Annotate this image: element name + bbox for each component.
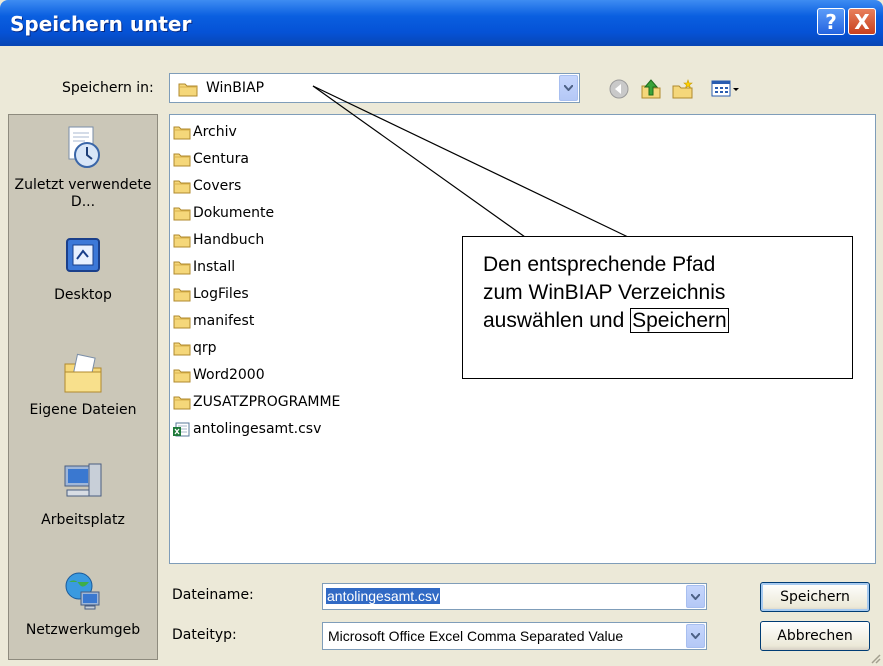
place-my-computer[interactable]: Arbeitsplatz [9, 460, 157, 528]
callout-box: Den entsprechende Pfad zum WinBIAP Verze… [462, 236, 853, 379]
place-network[interactable]: Netzwerkumgeb [9, 570, 157, 638]
save-button[interactable]: Speichern [760, 582, 870, 612]
list-item[interactable]: LogFiles [173, 283, 249, 305]
resize-grip-icon[interactable] [869, 652, 881, 664]
list-item[interactable]: manifest [173, 310, 254, 332]
list-item[interactable]: ZUSATZPROGRAMME [173, 391, 340, 413]
close-button[interactable]: X [848, 8, 876, 35]
folder-icon [173, 153, 191, 166]
folder-icon [173, 261, 191, 274]
place-label: Zuletzt verwendete D... [14, 177, 152, 210]
file-name: qrp [193, 340, 217, 356]
help-icon: ? [825, 9, 837, 34]
file-name: Handbuch [193, 232, 265, 248]
list-item[interactable]: Word2000 [173, 364, 265, 386]
folder-icon [173, 234, 191, 247]
places-bar: Zuletzt verwendete D... Desktop Eigene D… [8, 114, 158, 660]
chevron-down-icon [691, 593, 700, 600]
save-in-combo[interactable]: WinBIAP [169, 73, 580, 103]
filename-value: antolingesamt.csv [326, 588, 441, 604]
view-menu-icon[interactable] [710, 78, 742, 100]
list-item[interactable]: Dokumente [173, 202, 274, 224]
window-title: Speichern unter [10, 12, 192, 36]
list-item[interactable]: Install [173, 256, 235, 278]
close-icon: X [854, 9, 870, 34]
folder-icon [173, 342, 191, 355]
desktop-icon [66, 238, 100, 272]
list-item[interactable]: Archiv [173, 121, 237, 143]
filetype-value: Microsoft Office Excel Comma Separated V… [328, 628, 624, 644]
list-item[interactable]: Centura [173, 148, 249, 170]
folder-icon [173, 207, 191, 220]
file-name: Word2000 [193, 367, 265, 383]
place-label: Desktop [54, 287, 112, 303]
title-bar[interactable]: Speichern unter ? X [0, 0, 883, 46]
chevron-down-icon [564, 85, 573, 91]
new-folder-icon[interactable] [671, 78, 695, 100]
save-as-dialog: Speichern unter ? X Speichern in: WinBIA… [0, 0, 883, 666]
chevron-down-icon [691, 633, 700, 639]
list-item[interactable]: Handbuch [173, 229, 264, 251]
file-name: LogFiles [193, 286, 249, 302]
file-name: Covers [193, 178, 242, 194]
filename-dropdown-button[interactable] [686, 585, 705, 608]
list-item[interactable]: antolingesamt.csv [173, 418, 321, 440]
file-name: Centura [193, 151, 249, 167]
file-name: manifest [193, 313, 255, 329]
folder-icon [178, 83, 198, 97]
file-name: Install [193, 259, 236, 275]
folder-icon [173, 369, 191, 382]
folder-icon [173, 288, 191, 301]
callout-line-1: Den entsprechende Pfad [483, 253, 716, 276]
folder-icon [173, 180, 191, 193]
file-name: antolingesamt.csv [193, 421, 322, 437]
list-item[interactable]: Covers [173, 175, 241, 197]
place-label: Arbeitsplatz [41, 512, 125, 528]
recent-documents-icon [68, 126, 100, 168]
place-my-documents[interactable]: Eigene Dateien [9, 350, 157, 418]
folder-icon [173, 126, 191, 139]
callout-line-2: zum WinBIAP Verzeichnis [483, 281, 726, 304]
my-documents-icon [64, 353, 102, 393]
list-item[interactable]: qrp [173, 337, 217, 359]
help-button[interactable]: ? [817, 8, 845, 35]
folder-icon [173, 315, 191, 328]
file-name: Archiv [193, 124, 237, 140]
filename-label: Dateiname: [172, 587, 254, 603]
callout-line-3-text: auswählen und [483, 309, 631, 332]
place-label: Eigene Dateien [29, 402, 137, 418]
save-in-dropdown-button[interactable] [559, 75, 578, 101]
save-in-label: Speichern in: [62, 80, 154, 96]
back-icon[interactable] [607, 78, 631, 100]
place-label: Netzwerkumgeb [25, 622, 141, 638]
cancel-button[interactable]: Abbrechen [760, 621, 870, 651]
filetype-label: Dateityp: [172, 627, 237, 643]
excel-csv-icon [173, 422, 190, 436]
network-icon [65, 572, 100, 610]
save-in-value: WinBIAP [206, 80, 265, 96]
my-computer-icon [64, 463, 102, 497]
callout-highlight: Speichern [630, 308, 729, 333]
up-folder-icon[interactable] [639, 78, 663, 100]
place-desktop[interactable]: Desktop [9, 235, 157, 303]
filetype-dropdown-button[interactable] [686, 624, 705, 648]
place-recent[interactable]: Zuletzt verwendete D... [9, 125, 157, 211]
filename-input[interactable]: antolingesamt.csv [322, 583, 707, 610]
callout-line-3: auswählen und Speichern [483, 307, 836, 335]
file-name: ZUSATZPROGRAMME [193, 394, 341, 410]
folder-icon [173, 396, 191, 409]
file-name: Dokumente [193, 205, 275, 221]
filetype-select[interactable]: Microsoft Office Excel Comma Separated V… [322, 622, 707, 650]
